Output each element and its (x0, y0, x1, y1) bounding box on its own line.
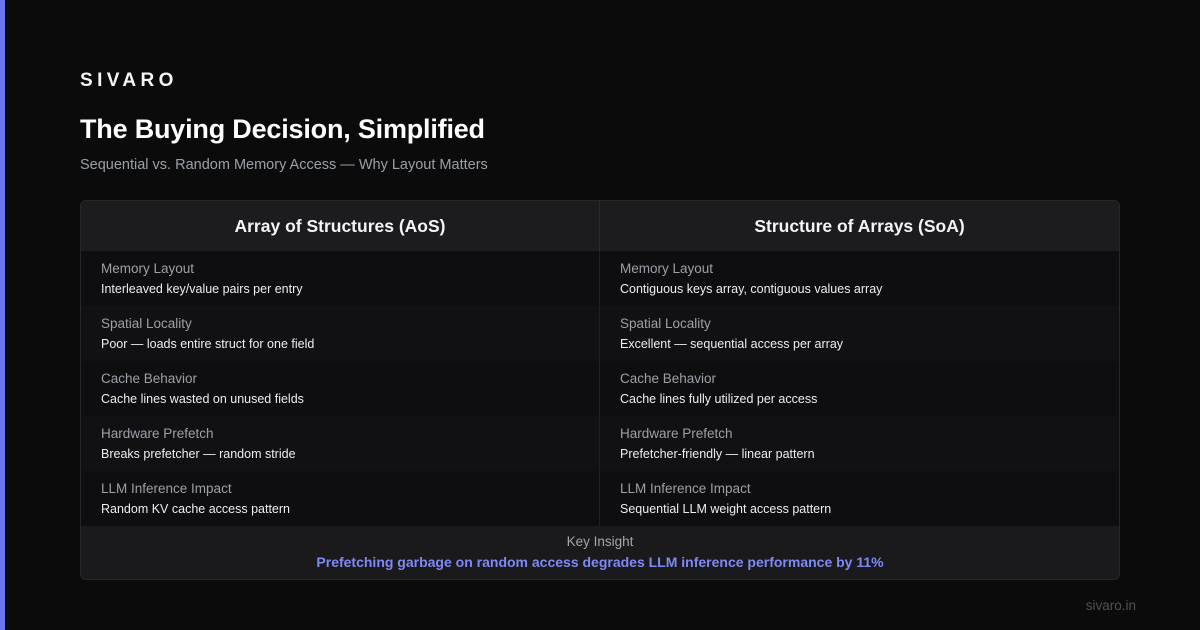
header-soa: Structure of Arrays (SoA) (600, 201, 1119, 251)
brand-logo: SIVARO (80, 70, 178, 91)
soa-cell: Hardware Prefetch Prefetcher-friendly — … (600, 416, 1119, 471)
row-label: Memory Layout (620, 261, 714, 276)
row-label: Cache Behavior (101, 371, 198, 386)
table-row: Cache Behavior Cache lines wasted on unu… (81, 361, 1119, 416)
soa-value: Excellent — sequential access per array (620, 337, 844, 351)
row-label: LLM Inference Impact (101, 481, 232, 496)
aos-cell: LLM Inference Impact Random KV cache acc… (81, 471, 600, 526)
soa-value: Prefetcher-friendly — linear pattern (620, 447, 815, 461)
row-label: LLM Inference Impact (620, 481, 751, 496)
aos-value: Cache lines wasted on unused fields (101, 392, 304, 406)
row-label: Spatial Locality (101, 316, 192, 331)
row-label: Hardware Prefetch (620, 426, 733, 441)
table-header-row: Array of Structures (AoS) Structure of A… (81, 201, 1119, 251)
row-label: Cache Behavior (620, 371, 717, 386)
accent-bar (0, 0, 5, 630)
row-label: Memory Layout (101, 261, 195, 276)
key-insight-text: Prefetching garbage on random access deg… (316, 554, 884, 570)
aos-cell: Spatial Locality Poor — loads entire str… (81, 306, 600, 361)
key-insight-label: Key Insight (566, 534, 634, 549)
aos-cell: Memory Layout Interleaved key/value pair… (81, 251, 600, 306)
aos-cell: Cache Behavior Cache lines wasted on unu… (81, 361, 600, 416)
site-url: sivaro.in (1085, 598, 1136, 613)
soa-value: Cache lines fully utilized per access (620, 392, 818, 406)
row-label: Hardware Prefetch (101, 426, 214, 441)
soa-cell: LLM Inference Impact Sequential LLM weig… (600, 471, 1119, 526)
table-row: Spatial Locality Poor — loads entire str… (81, 306, 1119, 361)
aos-cell: Hardware Prefetch Breaks prefetcher — ra… (81, 416, 600, 471)
table-row: Hardware Prefetch Breaks prefetcher — ra… (81, 416, 1119, 471)
aos-value: Random KV cache access pattern (101, 502, 290, 516)
soa-value: Sequential LLM weight access pattern (620, 502, 832, 516)
comparison-table: Array of Structures (AoS) Structure of A… (80, 200, 1120, 580)
page-subtitle: Sequential vs. Random Memory Access — Wh… (80, 157, 488, 173)
page-title: The Buying Decision, Simplified (80, 114, 485, 144)
aos-value: Breaks prefetcher — random stride (101, 447, 296, 461)
row-label: Spatial Locality (620, 316, 711, 331)
soa-cell: Memory Layout Contiguous keys array, con… (600, 251, 1119, 306)
soa-value: Contiguous keys array, contiguous values… (620, 282, 883, 296)
table-body: Memory Layout Interleaved key/value pair… (81, 251, 1119, 526)
table-row: LLM Inference Impact Random KV cache acc… (81, 471, 1119, 526)
aos-value: Interleaved key/value pairs per entry (101, 282, 303, 296)
soa-cell: Cache Behavior Cache lines fully utilize… (600, 361, 1119, 416)
key-insight-footer: Key Insight Prefetching garbage on rando… (81, 526, 1119, 579)
header-aos: Array of Structures (AoS) (81, 201, 600, 251)
table-row: Memory Layout Interleaved key/value pair… (81, 251, 1119, 306)
aos-value: Poor — loads entire struct for one field (101, 337, 315, 351)
soa-cell: Spatial Locality Excellent — sequential … (600, 306, 1119, 361)
